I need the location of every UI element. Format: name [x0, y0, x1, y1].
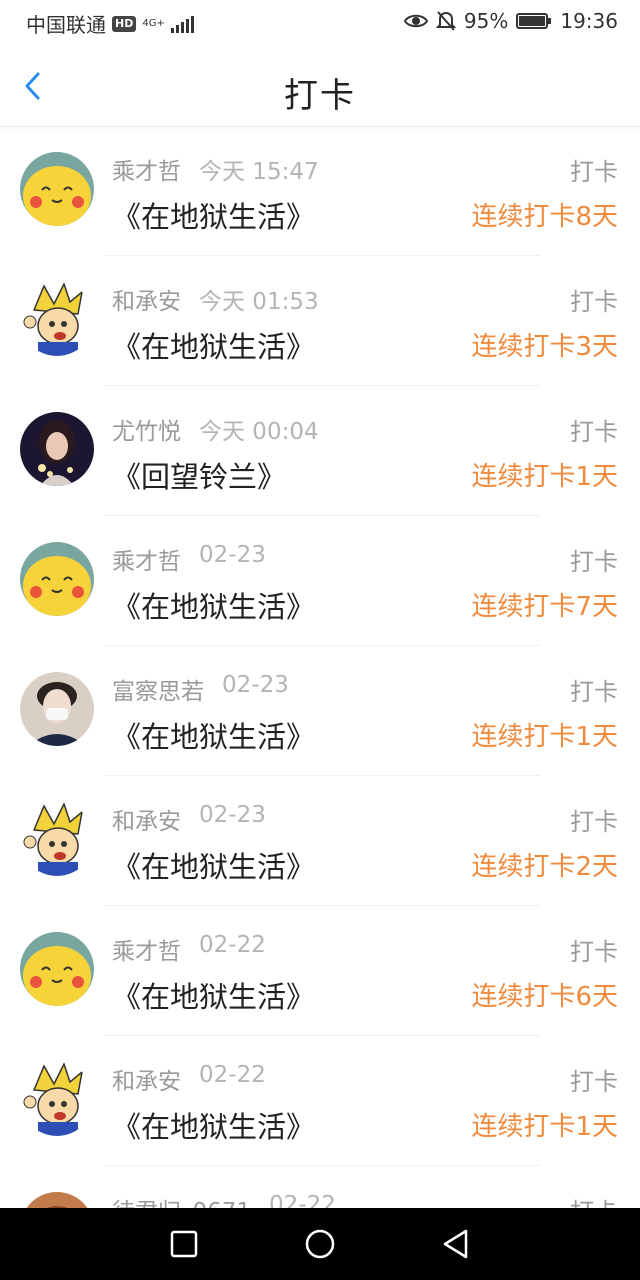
- book-title[interactable]: 《在地狱生活》: [112, 584, 315, 626]
- book-title[interactable]: 《在地狱生活》: [112, 324, 315, 366]
- cartoon-avatar[interactable]: [20, 282, 94, 356]
- back-nav-button[interactable]: [438, 1226, 474, 1262]
- item-meta: 乘才哲 02-23: [112, 542, 266, 576]
- user-name[interactable]: 尤竹悦: [112, 412, 181, 446]
- list-item[interactable]: 待君归_0671 02-22 打卡: [0, 1166, 640, 1208]
- clock: 19:36: [560, 9, 618, 33]
- checkin-time: 今天 15:47: [199, 159, 319, 185]
- streak-label: 连续打卡1天: [471, 1112, 618, 1142]
- cartoon-avatar[interactable]: [20, 1062, 94, 1136]
- streak-label: 连续打卡8天: [471, 202, 618, 232]
- streak-label: 连续打卡6天: [471, 982, 618, 1012]
- page-title: 打卡: [284, 76, 356, 116]
- status-left: 中国联通 HD 4G+: [26, 9, 194, 38]
- status-bar: 中国联通 HD 4G+ 95% 19:36: [0, 0, 640, 46]
- checkin-action-label: 打卡: [570, 1068, 618, 1096]
- book-title[interactable]: 《在地狱生活》: [112, 974, 315, 1016]
- user-name[interactable]: 乘才哲: [112, 152, 181, 186]
- checkin-time: 02-23: [199, 802, 266, 828]
- signal-icon: [170, 15, 194, 33]
- checkin-action-label: 打卡: [570, 418, 618, 446]
- checkin-time: 今天 01:53: [199, 289, 319, 315]
- network-type-label: 4G+: [142, 17, 165, 29]
- pikachu-avatar[interactable]: [20, 152, 94, 226]
- book-title[interactable]: 《在地狱生活》: [112, 714, 315, 756]
- item-meta: 富察思若 02-23: [112, 672, 289, 706]
- streak-label: 连续打卡1天: [471, 462, 618, 492]
- list-item[interactable]: 尤竹悦 今天 00:04 《回望铃兰》 打卡 连续打卡1天: [0, 386, 640, 516]
- book-title[interactable]: 《在地狱生活》: [112, 194, 315, 236]
- home-button[interactable]: [302, 1226, 338, 1262]
- carrier-label: 中国联通: [26, 13, 106, 37]
- streak-label: 连续打卡2天: [471, 852, 618, 882]
- checkin-list: 乘才哲 今天 15:47 《在地狱生活》 打卡 连续打卡8天 和承安 今天 01…: [0, 126, 640, 1208]
- photo-avatar[interactable]: [20, 1192, 94, 1208]
- checkin-action-label: 打卡: [570, 1192, 618, 1208]
- checkin-time: 02-22: [269, 1192, 336, 1208]
- header: 打卡: [0, 46, 640, 127]
- item-meta: 乘才哲 今天 15:47: [112, 152, 319, 186]
- item-meta: 和承安 今天 01:53: [112, 282, 319, 316]
- checkin-time: 02-23: [222, 672, 289, 698]
- user-name[interactable]: 乘才哲: [112, 932, 181, 966]
- checkin-time: 02-22: [199, 932, 266, 958]
- item-meta: 和承安 02-22: [112, 1062, 266, 1096]
- bell-off-icon: [435, 11, 456, 31]
- book-title[interactable]: 《在地狱生活》: [112, 1104, 315, 1146]
- checkin-action-label: 打卡: [570, 678, 618, 706]
- item-meta: 待君归_0671 02-22: [112, 1192, 336, 1208]
- list-item[interactable]: 和承安 02-23 《在地狱生活》 打卡 连续打卡2天: [0, 776, 640, 906]
- photo-boy-avatar[interactable]: [20, 672, 94, 746]
- recent-apps-button[interactable]: [166, 1226, 202, 1262]
- status-right: 95% 19:36: [403, 9, 618, 33]
- book-title[interactable]: 《在地狱生活》: [112, 844, 315, 886]
- checkin-action-label: 打卡: [570, 288, 618, 316]
- triangle-back-icon: [443, 1229, 468, 1259]
- checkin-action-label: 打卡: [570, 808, 618, 836]
- list-item[interactable]: 乘才哲 今天 15:47 《在地狱生活》 打卡 连续打卡8天: [0, 126, 640, 256]
- square-icon: [170, 1230, 198, 1258]
- book-title[interactable]: 《回望铃兰》: [112, 454, 286, 496]
- item-meta: 尤竹悦 今天 00:04: [112, 412, 319, 446]
- list-item[interactable]: 富察思若 02-23 《在地狱生活》 打卡 连续打卡1天: [0, 646, 640, 776]
- battery-percent: 95%: [463, 9, 509, 33]
- item-meta: 和承安 02-23: [112, 802, 266, 836]
- user-name[interactable]: 和承安: [112, 1062, 181, 1096]
- checkin-action-label: 打卡: [570, 158, 618, 186]
- cartoon-avatar[interactable]: [20, 802, 94, 876]
- pikachu-avatar[interactable]: [20, 542, 94, 616]
- checkin-action-label: 打卡: [570, 548, 618, 576]
- list-item[interactable]: 乘才哲 02-23 《在地狱生活》 打卡 连续打卡7天: [0, 516, 640, 646]
- streak-label: 连续打卡3天: [471, 332, 618, 362]
- checkin-action-label: 打卡: [570, 938, 618, 966]
- user-name[interactable]: 待君归_0671: [112, 1192, 251, 1208]
- navigation-bar: [0, 1208, 640, 1280]
- user-name[interactable]: 和承安: [112, 282, 181, 316]
- list-item[interactable]: 和承安 今天 01:53 《在地狱生活》 打卡 连续打卡3天: [0, 256, 640, 386]
- item-meta: 乘才哲 02-22: [112, 932, 266, 966]
- list-item[interactable]: 乘才哲 02-22 《在地狱生活》 打卡 连续打卡6天: [0, 906, 640, 1036]
- checkin-time: 今天 00:04: [199, 419, 319, 445]
- list-item[interactable]: 和承安 02-22 《在地狱生活》 打卡 连续打卡1天: [0, 1036, 640, 1166]
- pikachu-avatar[interactable]: [20, 932, 94, 1006]
- checkin-time: 02-22: [199, 1062, 266, 1088]
- user-name[interactable]: 和承安: [112, 802, 181, 836]
- streak-label: 连续打卡1天: [471, 722, 618, 752]
- hd-badge: HD: [112, 15, 137, 32]
- user-name[interactable]: 乘才哲: [112, 542, 181, 576]
- eye-icon: [403, 14, 428, 28]
- streak-label: 连续打卡7天: [471, 592, 618, 622]
- photo-girl-avatar[interactable]: [20, 412, 94, 486]
- battery-icon: [516, 13, 552, 29]
- checkin-time: 02-23: [199, 542, 266, 568]
- circle-icon: [305, 1229, 335, 1259]
- user-name[interactable]: 富察思若: [112, 672, 204, 706]
